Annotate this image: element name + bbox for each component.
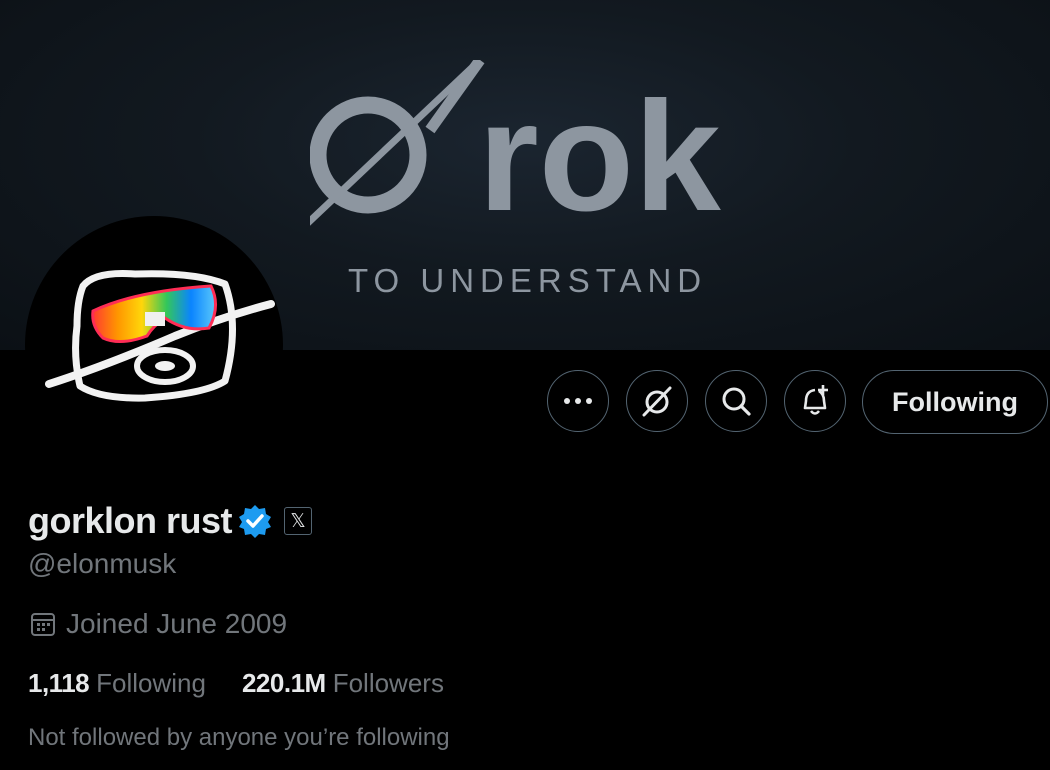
affiliate-badge[interactable]: 𝕏 xyxy=(284,507,313,535)
followers-count: 220.1M xyxy=(241,668,326,698)
followers-stat[interactable]: 220.1M Followers xyxy=(242,668,444,699)
search-icon xyxy=(722,387,751,416)
bell-plus-icon xyxy=(803,385,828,415)
notifications-button[interactable] xyxy=(784,370,846,432)
grok-button[interactable] xyxy=(626,370,688,432)
grok-logo-text: rok xyxy=(478,70,721,244)
grok-icon xyxy=(642,386,672,417)
joined-row: Joined June 2009 xyxy=(30,608,287,640)
stats-row: 1,118 Following 220.1M Followers xyxy=(28,668,480,699)
not-followed-text: Not followed by anyone you’re following xyxy=(28,724,450,751)
banner-tagline: TO UNDERSTAND xyxy=(348,262,708,299)
following-label: Following xyxy=(96,668,206,698)
profile-actions: Following xyxy=(0,370,1050,436)
verified-badge-icon[interactable] xyxy=(238,504,272,538)
grok-logo: rok xyxy=(310,60,721,244)
more-button[interactable] xyxy=(547,370,609,432)
handle: @elonmusk xyxy=(28,548,177,579)
name-row: gorklon rust 𝕏 xyxy=(28,500,313,542)
following-button[interactable]: Following xyxy=(862,370,1048,434)
more-horizontal-icon xyxy=(564,398,592,404)
followers-label: Followers xyxy=(332,668,444,698)
display-name: gorklon rust xyxy=(28,500,233,541)
calendar-icon xyxy=(31,613,55,636)
following-stat[interactable]: 1,118 Following xyxy=(28,668,206,699)
following-count: 1,118 xyxy=(28,668,90,698)
joined-date: Joined June 2009 xyxy=(66,608,288,639)
search-button[interactable] xyxy=(705,370,767,432)
